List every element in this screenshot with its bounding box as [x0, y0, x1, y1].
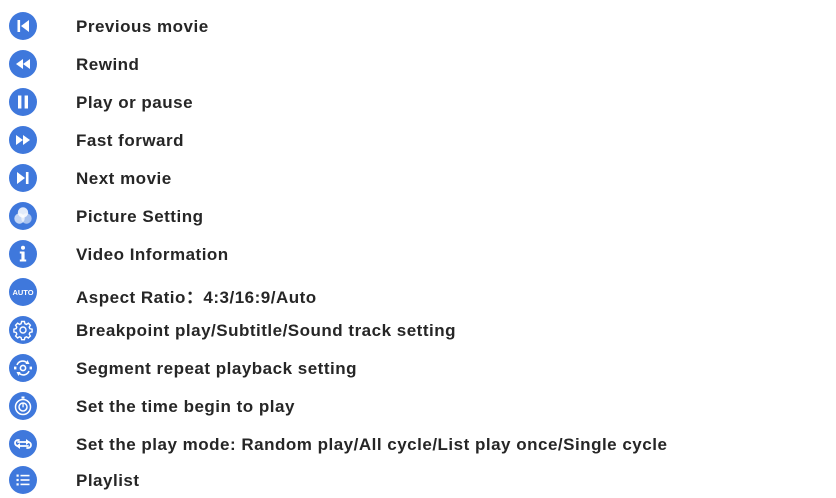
play-mode-icon [8, 429, 38, 459]
legend-label: Rewind [76, 55, 140, 74]
legend-row-picture-setting: Picture Setting [0, 200, 836, 232]
legend-label: Next movie [76, 169, 172, 188]
legend-row-settings: Breakpoint play/Subtitle/Sound track set… [0, 314, 836, 346]
control-legend: Previous movie Rewind Play or pause Fast… [0, 0, 836, 498]
legend-row-next: Next movie [0, 162, 836, 194]
legend-row-playlist: Playlist [0, 464, 836, 496]
next-icon [8, 163, 38, 193]
legend-label: Segment repeat playback setting [76, 359, 357, 378]
rewind-icon [8, 49, 38, 79]
play-pause-icon [8, 87, 38, 117]
legend-row-info: Video Information [0, 238, 836, 270]
legend-row-fast-forward: Fast forward [0, 124, 836, 156]
legend-label: Playlist [76, 471, 140, 490]
legend-label: Previous movie [76, 17, 209, 36]
legend-row-start-time: Set the time begin to play [0, 390, 836, 422]
legend-row-play-mode: Set the play mode: Random play/All cycle… [0, 428, 836, 460]
legend-label: Set the play mode: Random play/All cycle… [76, 435, 668, 454]
timer-icon [8, 391, 38, 421]
gear-icon [8, 315, 38, 345]
legend-row-rewind: Rewind [0, 48, 836, 80]
segment-repeat-icon [8, 353, 38, 383]
fast-forward-icon [8, 125, 38, 155]
legend-label: Aspect Ratio：4:3/16:9/Auto [76, 288, 317, 307]
info-icon [8, 239, 38, 269]
legend-label: Video Information [76, 245, 229, 264]
legend-row-segment-repeat: Segment repeat playback setting [0, 352, 836, 384]
playlist-icon [8, 465, 38, 495]
previous-icon [8, 11, 38, 41]
legend-label: Breakpoint play/Subtitle/Sound track set… [76, 321, 456, 340]
aspect-auto-icon: AUTO [8, 277, 38, 307]
legend-label: Play or pause [76, 93, 194, 112]
legend-label: Fast forward [76, 131, 185, 150]
picture-setting-icon [8, 201, 38, 231]
aspect-auto-icon-text: AUTO [12, 288, 33, 297]
legend-row-aspect-ratio: AUTO Aspect Ratio：4:3/16:9/Auto [0, 276, 836, 308]
legend-row-play-pause: Play or pause [0, 86, 836, 118]
legend-label: Set the time begin to play [76, 397, 295, 416]
legend-row-previous: Previous movie [0, 10, 836, 42]
legend-label: Picture Setting [76, 207, 204, 226]
